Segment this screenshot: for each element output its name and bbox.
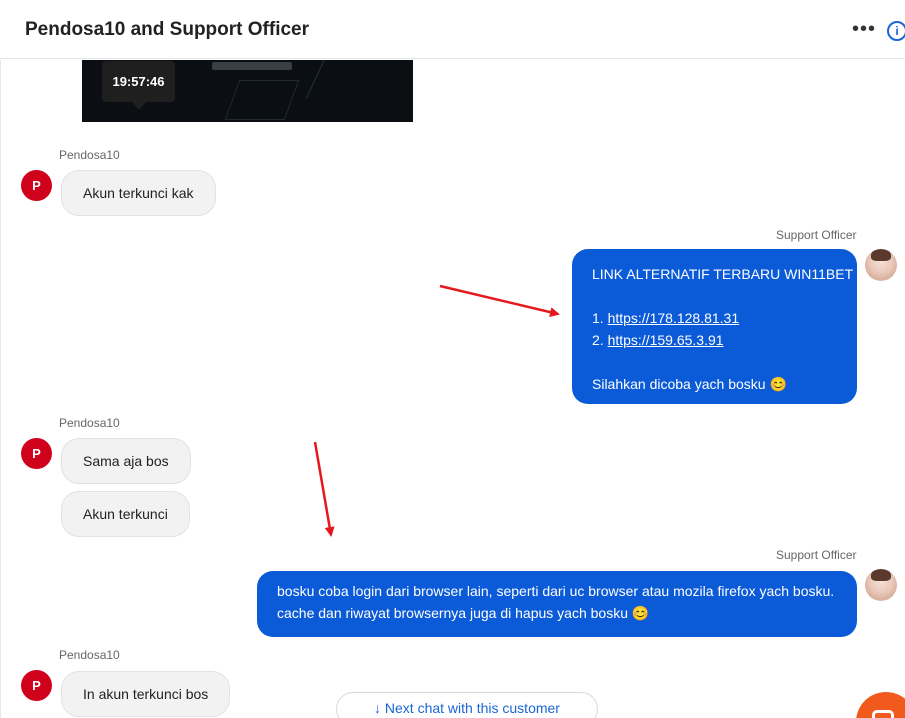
message-link[interactable]: https://159.65.3.91 <box>608 332 724 348</box>
message-spacer <box>592 285 837 307</box>
info-icon[interactable]: i <box>887 21 905 41</box>
chat-launcher-icon <box>872 710 894 718</box>
message-text: cache dan riwayat browsernya juga di hap… <box>277 605 650 621</box>
chat-title: Pendosa10 and Support Officer <box>25 19 309 40</box>
message-link-row: 2. https://159.65.3.91 <box>592 329 837 351</box>
sender-name: Support Officer <box>776 228 857 242</box>
agent-avatar <box>865 249 897 281</box>
customer-avatar: P <box>21 670 52 701</box>
message-thread[interactable]: Pendosa10 P Akun terkunci kak Support Of… <box>0 60 905 718</box>
message-text: bosku coba login dari browser lain, sepe… <box>277 583 835 599</box>
message-link[interactable]: https://178.128.81.31 <box>608 310 740 326</box>
sender-name: Support Officer <box>776 548 857 562</box>
message-link-row: 1. https://178.128.81.31 <box>592 307 837 329</box>
customer-avatar: P <box>21 438 52 469</box>
customer-avatar: P <box>21 170 52 201</box>
list-number: 2. <box>592 332 608 348</box>
sender-name: Pendosa10 <box>59 148 120 162</box>
customer-message: Akun terkunci <box>61 491 190 537</box>
customer-message: In akun terkunci bos <box>61 671 231 717</box>
agent-message: bosku coba login dari browser lain, sepe… <box>257 571 857 637</box>
next-chat-button[interactable]: ↓ Next chat with this customer <box>336 692 598 718</box>
customer-message: Akun terkunci kak <box>61 170 216 216</box>
message-spacer <box>592 351 837 373</box>
customer-message: Sama aja bos <box>61 438 191 484</box>
image-content <box>212 62 292 70</box>
sender-name: Pendosa10 <box>59 416 120 430</box>
message-text: LINK ALTERNATIF TERBARU WIN11BET : <box>592 266 861 282</box>
image-content <box>224 80 300 120</box>
agent-message: LINK ALTERNATIF TERBARU WIN11BET : 1. ht… <box>572 249 861 404</box>
agent-avatar <box>865 569 897 601</box>
message-text: Silahkan dicoba yach bosku 😊 <box>592 376 787 392</box>
chat-header: Pendosa10 and Support Officer ••• i <box>0 0 905 59</box>
sender-name: Pendosa10 <box>59 648 120 662</box>
image-content <box>305 60 409 122</box>
list-number: 1. <box>592 310 608 326</box>
more-horizontal-icon[interactable]: ••• <box>852 18 876 41</box>
timestamp-tooltip: 19:57:46 <box>102 61 175 110</box>
